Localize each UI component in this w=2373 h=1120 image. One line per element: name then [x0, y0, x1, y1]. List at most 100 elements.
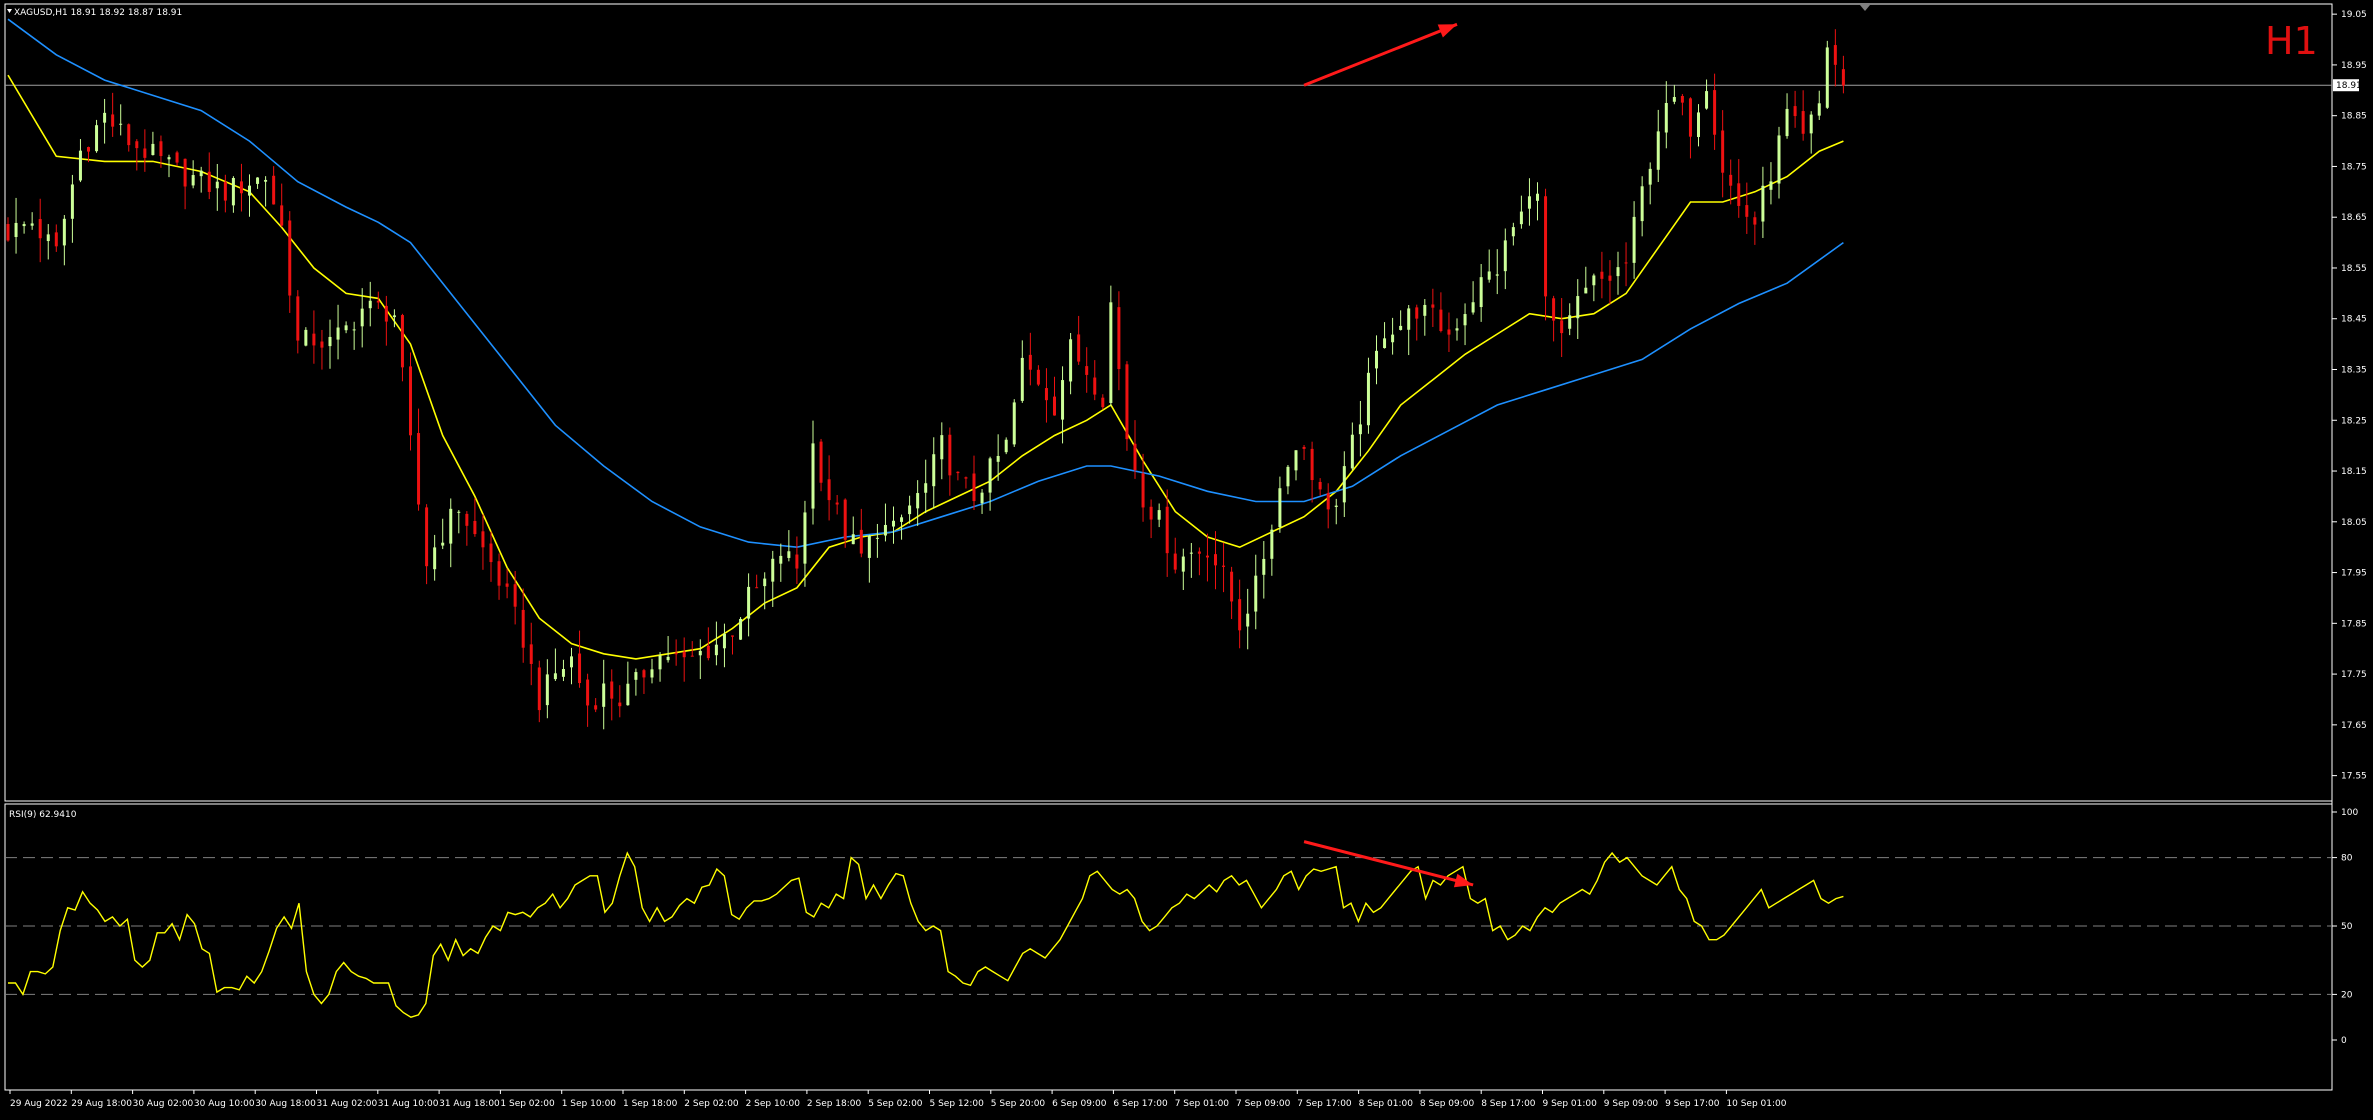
candle-body [1133, 443, 1137, 471]
candle-body [1085, 366, 1089, 375]
candle-body [940, 435, 944, 460]
time-tick-label: 29 Aug 2022 [10, 1099, 68, 1109]
candle-body [1053, 396, 1056, 416]
candle-body [883, 524, 887, 536]
candle-body [932, 454, 936, 487]
time-tick-label: 8 Sep 17:00 [1481, 1099, 1536, 1109]
candle-body [344, 325, 348, 331]
candle-body [1568, 315, 1572, 329]
candle-body [328, 336, 332, 347]
candle-body [1809, 114, 1813, 134]
candle-body [1833, 45, 1837, 65]
time-tick-label: 5 Sep 20:00 [991, 1099, 1046, 1109]
rsi-tick-label: 50 [2341, 922, 2353, 932]
candle-body [948, 434, 952, 476]
candle-body [1431, 304, 1435, 308]
candle-body [256, 177, 260, 184]
candle-body [1777, 135, 1781, 184]
candle-body [1358, 424, 1362, 435]
time-tick-label: 2 Sep 10:00 [746, 1099, 801, 1109]
candle-body [1350, 434, 1354, 469]
candle-body [127, 124, 131, 146]
candle-body [1455, 328, 1459, 331]
candle-body [1157, 510, 1161, 520]
candle-body [14, 222, 18, 238]
candle-body [1238, 599, 1242, 631]
candle-body [425, 507, 429, 567]
candle-body [1028, 354, 1032, 370]
candle-body [143, 148, 147, 158]
candle-body [151, 143, 155, 156]
candle-body [280, 205, 284, 226]
candle-body [1544, 196, 1548, 297]
candle-body [70, 184, 74, 219]
candle-body [1069, 339, 1073, 382]
candle-body [714, 644, 718, 656]
candle-body [1205, 555, 1209, 558]
candle-body [1117, 307, 1121, 370]
candle-body [1495, 274, 1499, 276]
candle-body [1004, 439, 1008, 453]
time-tick-label: 10 Sep 01:00 [1726, 1099, 1786, 1109]
time-tick-label: 2 Sep 02:00 [684, 1099, 739, 1109]
candle-body [1334, 505, 1338, 507]
candle-body [851, 534, 855, 545]
candle-body [537, 667, 541, 711]
candle-body [1648, 168, 1652, 185]
candle-body [87, 147, 90, 152]
candle-body [972, 473, 976, 502]
candle-body [1656, 131, 1660, 170]
candle-body [666, 656, 670, 661]
price-tick-label: 17.95 [2341, 569, 2367, 579]
candle-body [924, 483, 928, 493]
candle-body [1705, 91, 1709, 109]
candle-body [803, 512, 807, 564]
candle-body [1697, 112, 1700, 138]
candle-body [336, 327, 340, 340]
candle-body [1721, 130, 1725, 173]
candle-body [570, 656, 573, 668]
candle-body [505, 583, 509, 587]
candle-body [545, 674, 549, 706]
candle-body [674, 652, 678, 655]
candle-body [843, 499, 847, 540]
chart-window[interactable]: 19.05 18.95 18.85 18.75 18.65 18.55 18.45 18.35… [0, 0, 2373, 1116]
candle-body [1527, 196, 1531, 209]
candle-body [417, 433, 421, 505]
candle-body [1181, 556, 1185, 572]
price-tick-label: 18.85 [2341, 112, 2367, 122]
candle-body [1375, 350, 1378, 369]
candle-body [1680, 95, 1684, 103]
price-tick-label: 18.75 [2341, 162, 2367, 172]
candle-body [264, 179, 268, 182]
time-tick-label: 1 Sep 10:00 [562, 1099, 617, 1109]
chart-canvas[interactable]: 19.05 18.95 18.85 18.75 18.65 18.55 18.45 18.35… [0, 0, 2373, 1116]
time-tick-label: 8 Sep 01:00 [1359, 1099, 1414, 1109]
candle-body [553, 673, 557, 680]
time-tick-label: 7 Sep 09:00 [1236, 1099, 1291, 1109]
candle-body [433, 547, 437, 570]
candle-body [1841, 69, 1845, 86]
candle-body [30, 223, 34, 226]
candle-body [62, 218, 66, 246]
symbol-info: XAGUSD,H1 18.91 18.92 18.87 18.91 [14, 8, 182, 18]
rsi-label: RSI(9) 62.9410 [9, 810, 77, 820]
time-tick-label: 30 Aug 10:00 [194, 1099, 255, 1109]
candle-body [529, 644, 533, 664]
candle-body [1487, 271, 1491, 280]
candle-body [1415, 307, 1419, 319]
candle-body [6, 224, 10, 241]
candle-body [859, 529, 863, 554]
candle-body [1825, 47, 1829, 108]
candle-body [1286, 466, 1290, 487]
candle-body [1044, 388, 1048, 401]
candle-body [175, 152, 179, 163]
candle-body [304, 329, 308, 346]
time-tick-label: 30 Aug 02:00 [133, 1099, 194, 1109]
candle-body [642, 670, 646, 678]
candle-body [376, 300, 380, 303]
candle-body [835, 502, 839, 505]
candle-body [1061, 380, 1065, 420]
candle-body [368, 300, 372, 309]
candle-body [1262, 558, 1266, 575]
